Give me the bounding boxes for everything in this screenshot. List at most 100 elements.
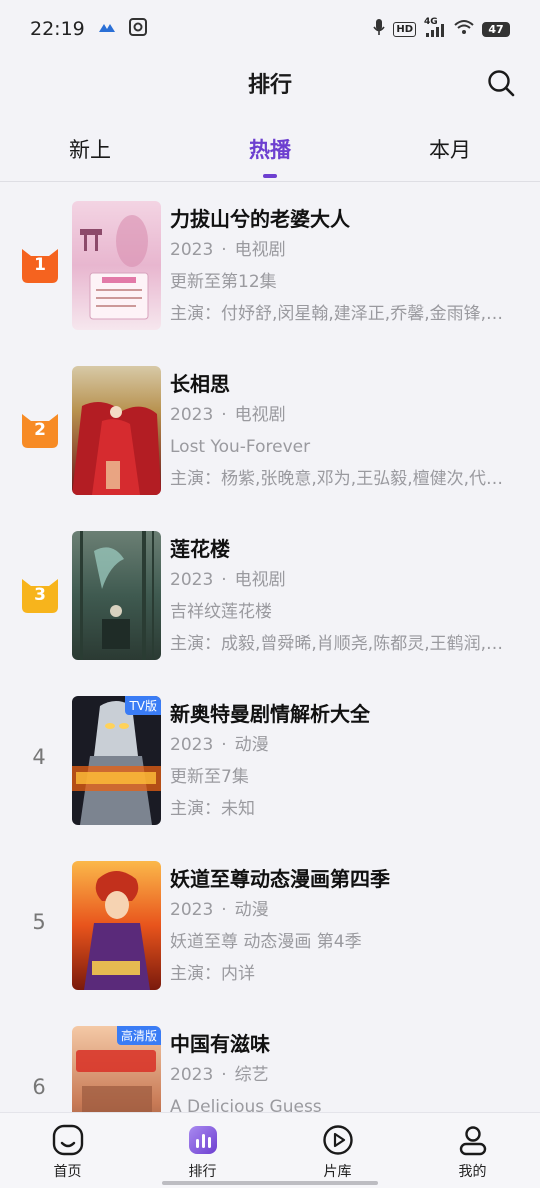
item-title: 莲花楼 [170,537,230,561]
item-info: 莲花楼 2023 · 电视剧 吉祥纹莲花楼 主演：成毅,曾舜晞,肖顺尧,陈都灵,王鹤… [170,534,520,660]
item-subtitle: 更新至7集 [170,767,249,787]
rank-number: 5 [32,910,46,934]
home-indicator [162,1181,378,1185]
item-type: 电视剧 [234,405,286,425]
item-meta: 2023 · 电视剧 [170,234,520,266]
meta-separator: · [221,570,227,590]
bottom-nav: 首页 排行 片库 我的 [0,1112,540,1188]
poster-tag: 高清版 [116,1026,161,1045]
item-info: 新奥特曼剧情解析大全 2023 · 动漫 更新至7集 主演：未知 [170,699,520,825]
list-item[interactable]: 6 高清版 中国有滋味 2023 · 综艺 A Delicious Guess [0,1007,540,1112]
nav-label: 片库 [323,1164,352,1180]
battery-icon: 47 [482,21,510,37]
item-cast: 主演：未知 [170,799,255,819]
status-time: 22:19 [30,18,85,40]
meta-separator: · [221,735,227,755]
nav-label: 排行 [188,1164,217,1180]
hd-icon: HD [393,21,416,37]
home-icon [51,1123,85,1157]
list-item[interactable]: 1 力拔山兮的老婆大人 2023 · 电视剧 更新至第12集 主演：付妤舒,闵星翰,… [0,182,540,347]
list-item[interactable]: 2 长相思 2023 · 电视剧 Lost You-Forever 主演：杨紫,张晚… [0,347,540,512]
rank-badge: 3 [22,579,58,613]
item-type: 电视剧 [234,570,286,590]
rank-number: 4 [32,745,46,769]
nav-profile[interactable]: 我的 [405,1113,540,1188]
item-type: 动漫 [234,735,269,755]
item-subtitle: 妖道至尊 动态漫画 第4季 [170,932,362,952]
tab-bar: 新上 热播 本月 [0,124,540,180]
tab-new[interactable]: 新上 [0,124,180,180]
item-info: 妖道至尊动态漫画第四季 2023 · 动漫 妖道至尊 动态漫画 第4季 主演：内详 [170,864,520,990]
item-cast: 主演：杨紫,张晚意,邓为,王弘毅,檀健次,代… [170,469,504,489]
nav-ranking[interactable]: 排行 [135,1113,270,1188]
item-year: 2023 [170,1065,214,1085]
poster-image [72,366,161,495]
item-meta: 2023 · 动漫 [170,894,520,926]
meta-separator: · [221,405,227,425]
item-title: 长相思 [170,372,230,396]
tab-hot[interactable]: 热播 [180,124,360,180]
item-subtitle: 吉祥纹莲花楼 [170,602,272,622]
item-cast: 主演：付妤舒,闵星翰,建泽正,乔馨,金雨锋,… [170,304,504,324]
gallery-app-icon [128,17,147,41]
item-cast: 主演：内详 [170,964,255,984]
item-year: 2023 [170,405,214,425]
rank-number: 2 [34,420,46,440]
meta-separator: · [221,240,227,260]
item-cast: 主演：成毅,曾舜晞,肖顺尧,陈都灵,王鹤润,… [170,634,504,654]
app-header: 排行 [0,58,540,108]
item-meta: 2023 · 电视剧 [170,399,520,431]
item-title: 中国有滋味 [170,1032,270,1056]
list-item[interactable]: 5 妖道至尊动态漫画第四季 2023 · 动漫 妖道至尊 动态漫画 第4季 主演：内… [0,842,540,1007]
item-year: 2023 [170,240,214,260]
rank-number: 3 [34,585,46,605]
tab-this-month[interactable]: 本月 [360,124,540,180]
ranking-icon [186,1123,220,1157]
item-title: 妖道至尊动态漫画第四季 [170,867,390,891]
meta-separator: · [221,900,227,920]
nav-library[interactable]: 片库 [270,1113,405,1188]
meta-separator: · [221,1065,227,1085]
rank-badge: 2 [22,414,58,448]
play-library-icon [321,1123,355,1157]
search-icon[interactable] [486,68,516,98]
item-year: 2023 [170,570,214,590]
profile-icon [456,1123,490,1157]
item-type: 动漫 [234,900,269,920]
item-meta: 2023 · 动漫 [170,729,520,761]
poster-image [72,531,161,660]
mic-icon [373,18,385,41]
rank-number: 1 [34,255,46,275]
poster-image: 高清版 [72,1026,161,1112]
item-meta: 2023 · 综艺 [170,1059,520,1091]
signal-icon: 4G [424,17,446,38]
rank-number: 6 [32,1075,46,1099]
item-subtitle: Lost You-Forever [170,437,311,457]
cloud-app-icon [97,19,117,40]
poster-image [72,201,161,330]
item-type: 综艺 [234,1065,269,1085]
item-subtitle: A Delicious Guess [170,1097,322,1112]
item-year: 2023 [170,900,214,920]
ranking-list: 1 力拔山兮的老婆大人 2023 · 电视剧 更新至第12集 主演：付妤舒,闵星翰,… [0,182,540,1112]
list-item[interactable]: 4 TV版 新奥特曼剧情解析大全 2023 · 动漫 更新至7集 主演：未知 [0,677,540,842]
nav-label: 首页 [53,1164,82,1180]
nav-label: 我的 [458,1164,487,1180]
item-type: 电视剧 [234,240,286,260]
item-title: 力拔山兮的老婆大人 [170,207,350,231]
item-info: 长相思 2023 · 电视剧 Lost You-Forever 主演：杨紫,张晚意,… [170,369,520,495]
poster-image: TV版 [72,696,161,825]
item-title: 新奥特曼剧情解析大全 [170,702,370,726]
item-subtitle: 更新至第12集 [170,272,277,292]
rank-badge: 1 [22,249,58,283]
page-title: 排行 [247,73,292,98]
item-info: 力拔山兮的老婆大人 2023 · 电视剧 更新至第12集 主演：付妤舒,闵星翰,建泽… [170,204,520,330]
poster-tag: TV版 [125,696,161,715]
item-info: 中国有滋味 2023 · 综艺 A Delicious Guess [170,1029,520,1112]
nav-home[interactable]: 首页 [0,1113,135,1188]
item-meta: 2023 · 电视剧 [170,564,520,596]
list-item[interactable]: 3 莲花楼 2023 · 电视剧 吉祥纹莲花楼 主演：成毅,曾舜晞,肖顺尧,陈都灵,… [0,512,540,677]
poster-image [72,861,161,990]
item-year: 2023 [170,735,214,755]
wifi-icon [454,19,474,40]
